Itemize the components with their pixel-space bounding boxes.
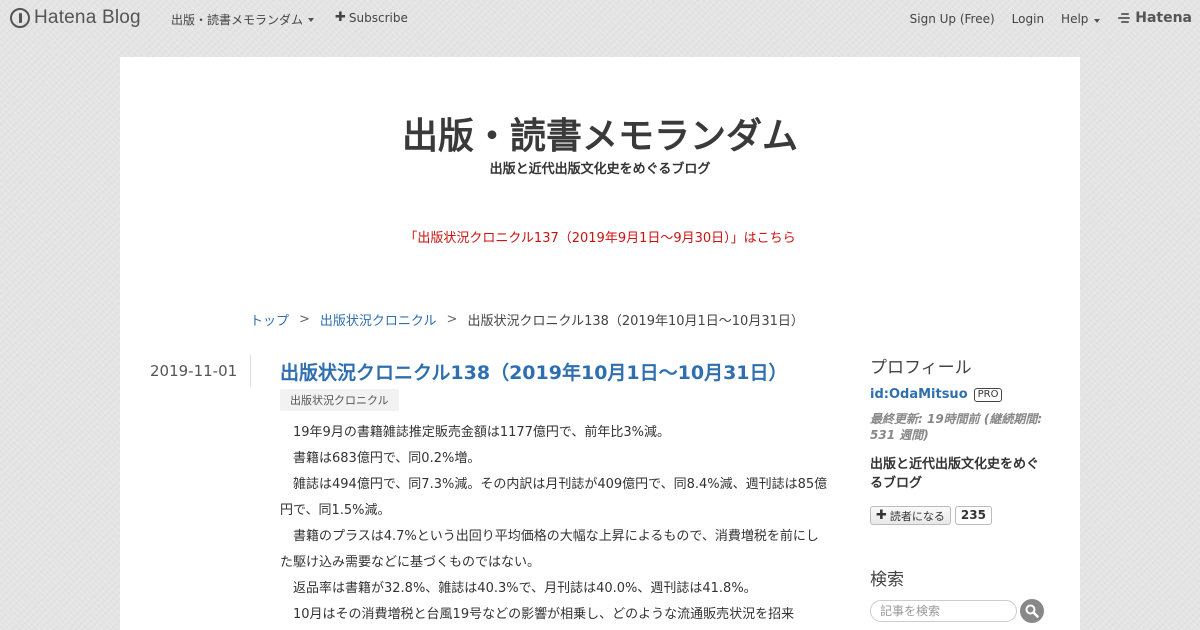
profile-heading: プロフィール (870, 358, 972, 378)
blog-title[interactable]: 出版・読書メモランダム (120, 107, 1080, 159)
caret-down-icon (308, 17, 315, 22)
search-icon (1025, 604, 1039, 618)
search-form (870, 599, 1044, 623)
entry-paragraph: 書籍のプラスは4.7%という出回り平均価格の大幅な上昇によるもので、消費増税を前… (280, 529, 819, 570)
logo-text: Hatena Blog (34, 7, 141, 28)
entry-paragraph: 10月はその消費増税と台風19号などの影響が相乗し、どのような流通販売状況を招来 (293, 607, 795, 622)
breadcrumb-category-link[interactable]: 出版状況クロニクル (320, 310, 437, 329)
header-right-menu: Sign Up (Free) Login Help Hatena (893, 10, 1192, 26)
pro-badge[interactable]: PRO (973, 387, 1003, 402)
reader-count[interactable]: 235 (954, 506, 992, 525)
reader-subscribe: ✚ 読者になる 235 (870, 506, 992, 525)
help-label: Help (1061, 11, 1089, 26)
caret-down-icon (1094, 18, 1101, 23)
breadcrumb-separator: > (299, 312, 310, 327)
hatena-blog-logo[interactable]: Hatena Blog (10, 7, 141, 29)
search-heading: 検索 (870, 570, 904, 590)
signup-link[interactable]: Sign Up (Free) (910, 12, 995, 26)
date-divider (250, 355, 251, 387)
entry-category-tag[interactable]: 出版状況クロニクル (280, 389, 399, 411)
last-updated: 最終更新: 19時間前 (継続期間: 531 週間) (870, 412, 1043, 442)
hatena-brand-icon (1118, 13, 1132, 23)
profile-id-link[interactable]: id:OdaMitsuo (870, 387, 968, 402)
profile-description: 出版と近代出版文化史をめぐるブログ (870, 457, 1040, 491)
search-button[interactable] (1020, 599, 1044, 623)
login-link[interactable]: Login (1012, 12, 1044, 26)
entry-body: 19年9月の書籍雑誌推定販売金額は1177億円で、前年比3%減。 書籍は683億… (280, 420, 830, 628)
entry-paragraph: 書籍は683億円で、同0.2%増。 (293, 451, 481, 466)
subscribe-label: Subscribe (348, 11, 408, 25)
plus-icon: ✚ (335, 10, 346, 25)
blog-description: 出版と近代出版文化史をめぐるブログ (489, 162, 711, 177)
blog-menu-dropdown[interactable]: 出版・読書メモランダム (171, 11, 315, 28)
breadcrumb-top-link[interactable]: トップ (250, 310, 289, 329)
entry-title[interactable]: 出版状況クロニクル138（2019年10月1日～10月31日） (280, 358, 788, 385)
entry-paragraph: 返品率は書籍が32.8%、雑誌は40.3%で、月刊誌は40.0%、週刊誌は41.… (293, 581, 757, 596)
help-dropdown[interactable]: Help (1061, 11, 1101, 26)
entry-paragraph: 雑誌は494億円で、同7.3%減。その内訳は月刊誌が409億円で、同8.4%減、… (280, 477, 828, 518)
breadcrumb-separator: > (446, 312, 458, 327)
search-input[interactable] (870, 600, 1017, 622)
blog-main-card: 出版・読書メモランダム 出版と近代出版文化史をめぐるブログ 「出版状況クロニクル… (120, 57, 1080, 630)
hatena-blog-logo-icon (10, 8, 30, 28)
become-reader-button[interactable]: ✚ 読者になる (870, 506, 951, 525)
breadcrumb: トップ > 出版状況クロニクル > 出版状況クロニクル138（2019年10月1… (250, 310, 804, 329)
global-header: Hatena Blog 出版・読書メモランダム ✚ Subscribe Sign… (0, 0, 1200, 36)
subscribe-button[interactable]: ✚ Subscribe (335, 11, 408, 25)
profile-id-row: id:OdaMitsuo PRO (870, 387, 1003, 402)
entry-paragraph: 19年9月の書籍雑誌推定販売金額は1177億円で、前年比3%減。 (293, 425, 671, 440)
plus-icon: ✚ (876, 507, 887, 523)
breadcrumb-current: 出版状況クロニクル138（2019年10月1日～10月31日） (467, 314, 804, 329)
reader-button-label: 読者になる (889, 509, 945, 523)
hatena-brand-link[interactable]: Hatena (1118, 10, 1192, 26)
blog-menu-label: 出版・読書メモランダム (171, 13, 304, 27)
hatena-brand-label: Hatena (1135, 10, 1192, 26)
entry-date[interactable]: 2019-11-01 (150, 362, 237, 380)
notice-link[interactable]: 「出版状況クロニクル137（2019年9月1日～9月30日）」はこちら (120, 227, 1080, 246)
